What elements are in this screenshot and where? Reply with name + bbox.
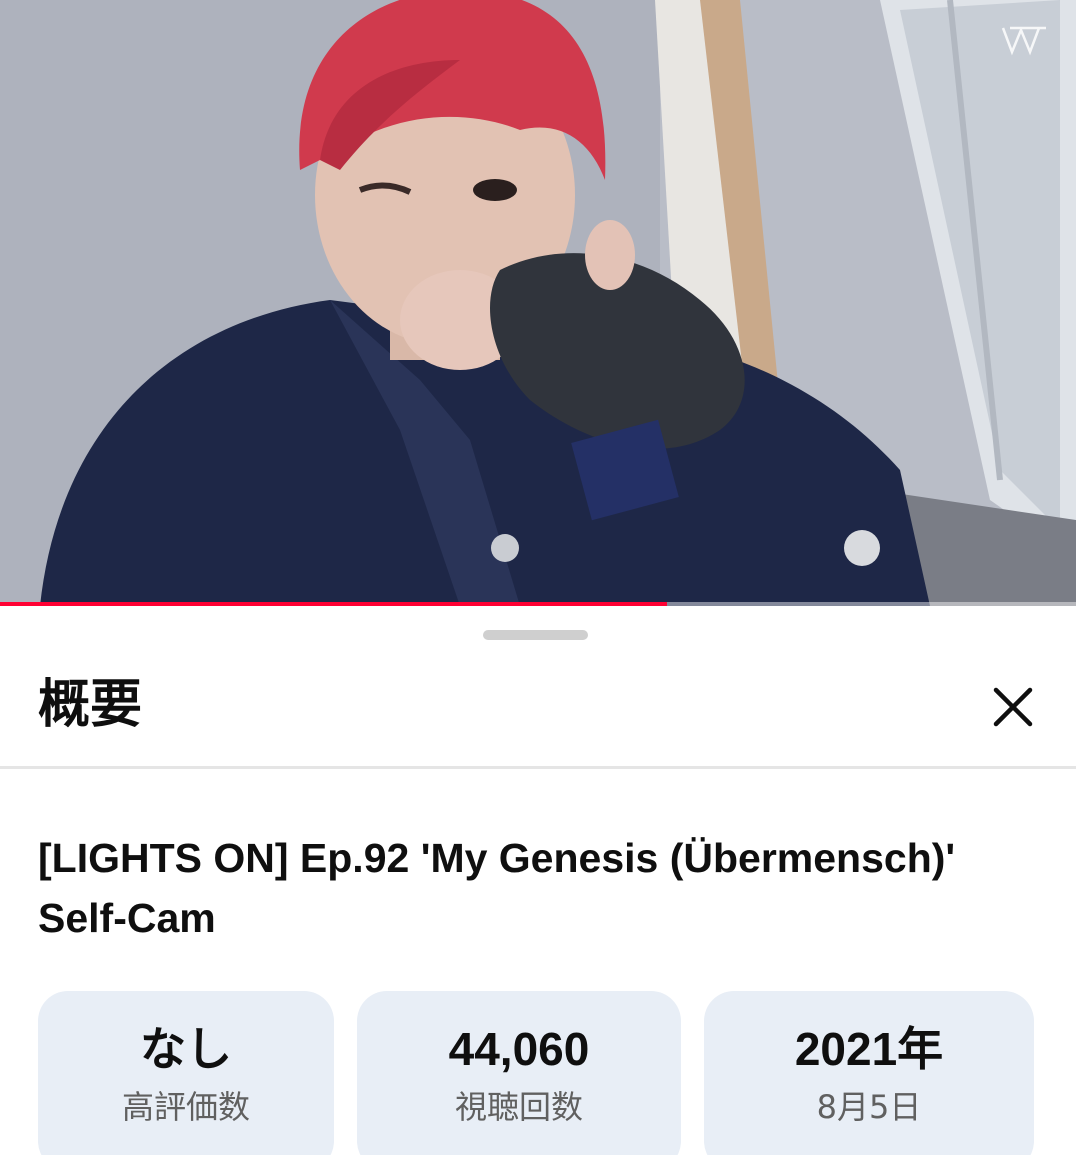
close-icon xyxy=(993,687,1033,727)
description-panel: 概要 [LIGHTS ON] Ep.92 'My Genesis (Überme… xyxy=(0,608,1076,1155)
upload-year-value: 2021年 xyxy=(794,1023,944,1075)
close-button[interactable] xyxy=(978,672,1048,742)
drag-handle[interactable] xyxy=(483,630,588,640)
views-value: 44,060 xyxy=(448,1023,590,1075)
views-label: 視聴回数 xyxy=(454,1088,583,1126)
likes-value: なし xyxy=(140,1023,232,1075)
video-progress-fill xyxy=(0,602,668,606)
video-title: [LIGHTS ON] Ep.92 'My Genesis (Übermensc… xyxy=(38,835,956,941)
likes-label: 高評価数 xyxy=(121,1088,250,1126)
video-player[interactable] xyxy=(0,0,1076,606)
upload-date-label: 8月5日 xyxy=(816,1088,922,1126)
video-frame-image xyxy=(0,0,1076,606)
upload-date-stat: 2021年 8月5日 xyxy=(704,991,1034,1155)
views-stat: 44,060 視聴回数 xyxy=(357,991,681,1155)
panel-divider xyxy=(0,766,1076,769)
panel-title: 概要 xyxy=(38,675,143,735)
likes-stat: なし 高評価数 xyxy=(38,991,334,1155)
video-progress-bar[interactable] xyxy=(0,602,1076,606)
